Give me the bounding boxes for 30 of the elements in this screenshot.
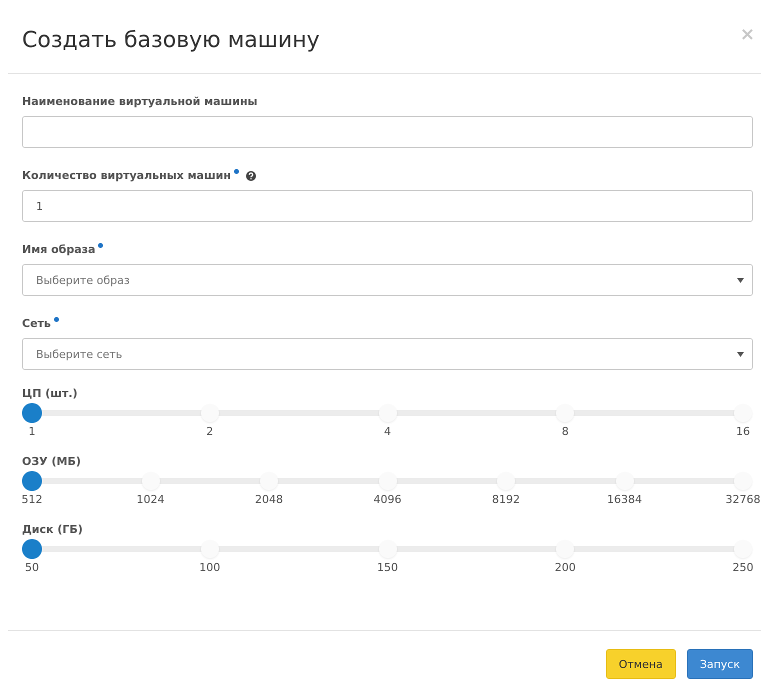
field-label: Имя образа bbox=[22, 242, 96, 258]
tick-label: 200 bbox=[554, 561, 577, 574]
tick-label: 250 bbox=[732, 561, 754, 574]
tick-label: 1024 bbox=[136, 493, 166, 506]
tick-label: 8192 bbox=[491, 493, 521, 506]
tick-label: 16 bbox=[735, 425, 751, 438]
tick-label: 2 bbox=[205, 425, 214, 438]
tick-label: 16384 bbox=[606, 493, 642, 506]
tick-label: 4096 bbox=[372, 493, 402, 506]
slider-label: Диск (ГБ) bbox=[22, 522, 84, 538]
tick-label: 4 bbox=[383, 425, 392, 438]
field-label: Количество виртуальных машин bbox=[22, 168, 231, 184]
cancel-button[interactable]: Отмена bbox=[606, 649, 676, 679]
tick-label: 2048 bbox=[254, 493, 284, 506]
dialog-title: Создать базовую машину bbox=[22, 28, 320, 53]
slider-label: ЦП (шт.) bbox=[22, 386, 79, 402]
select-field[interactable]: Выберите образ bbox=[22, 264, 753, 296]
field-label: Наименование виртуальной машины bbox=[22, 94, 258, 110]
slider-label: ОЗУ (МБ) bbox=[22, 454, 82, 470]
tick-label: 32768 bbox=[725, 493, 761, 506]
select-field[interactable]: Выберите сеть bbox=[22, 338, 753, 370]
launch-button[interactable]: Запуск bbox=[686, 649, 753, 679]
input-field[interactable]: 1 bbox=[22, 190, 753, 222]
tick-label: 150 bbox=[376, 561, 399, 574]
tick-label: 100 bbox=[198, 561, 222, 574]
field-label: Сеть bbox=[22, 316, 51, 332]
tick-label: 512 bbox=[20, 493, 44, 506]
tick-label: 1 bbox=[28, 425, 36, 438]
tick-label: 8 bbox=[560, 425, 570, 438]
tick-label: 50 bbox=[24, 561, 40, 574]
